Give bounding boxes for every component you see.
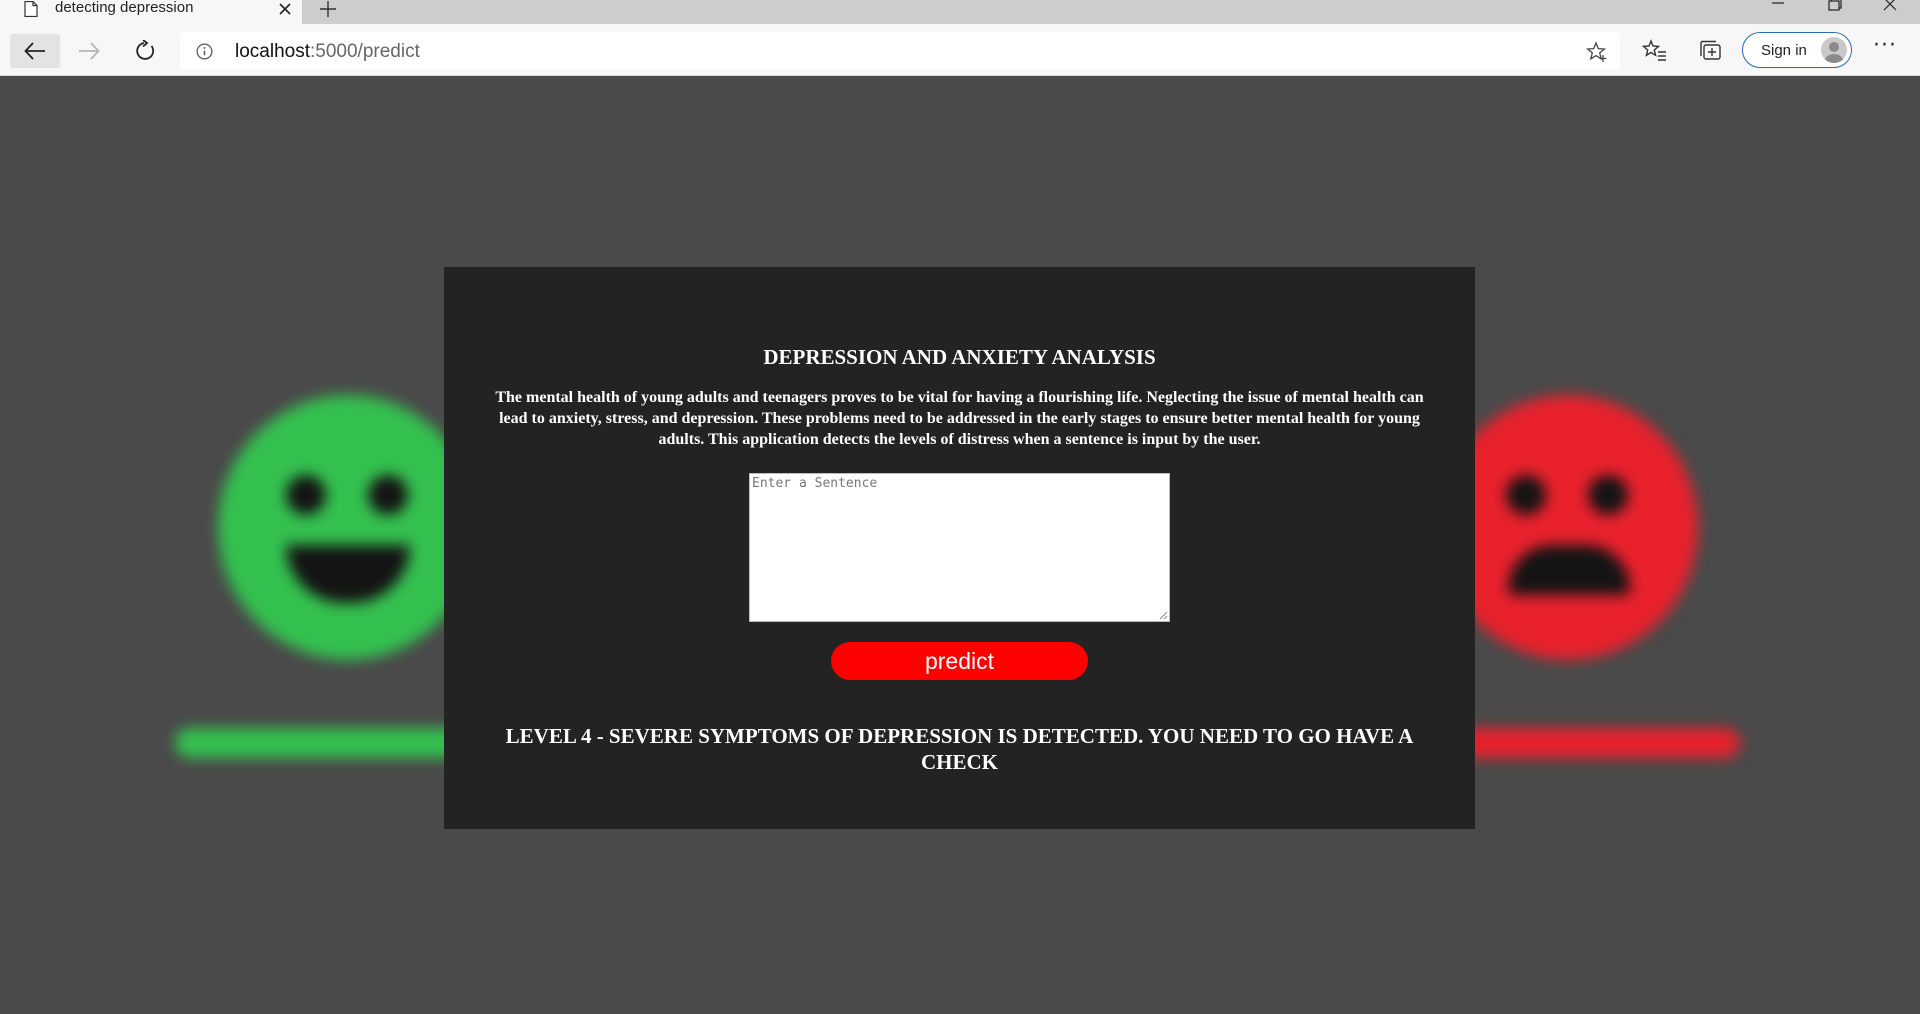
page-description: The mental health of young adults and te… [495, 389, 1424, 448]
address-bar[interactable]: localhost:5000/predict [180, 32, 1620, 70]
sentence-input[interactable] [749, 473, 1170, 622]
favorite-star-icon[interactable] [1586, 41, 1608, 63]
user-icon [1824, 42, 1844, 63]
back-button[interactable] [10, 34, 60, 68]
tab-strip: detecting depression [0, 0, 1920, 24]
distressed-face-icon [1438, 395, 1698, 660]
url-text: localhost:5000/predict [235, 41, 420, 63]
tab-title: detecting depression [55, 0, 194, 16]
close-window-icon[interactable] [1880, 0, 1900, 16]
browser-toolbar: localhost:5000/predict Sign in ··· [0, 24, 1920, 76]
new-tab-icon[interactable] [318, 0, 338, 20]
info-icon[interactable] [196, 43, 213, 60]
analysis-card: DEPRESSION AND ANXIETY ANALYSIS The ment… [444, 267, 1475, 829]
sign-in-label: Sign in [1761, 42, 1807, 59]
url-host: localhost [235, 41, 310, 62]
predict-button[interactable]: predict [831, 642, 1088, 680]
close-tab-icon[interactable] [278, 2, 292, 16]
page-icon [24, 1, 38, 17]
url-path: :5000/predict [310, 41, 420, 62]
prediction-result: LEVEL 4 - SEVERE SYMPTOMS OF DEPRESSION … [505, 724, 1414, 774]
restore-icon[interactable] [1824, 0, 1844, 16]
page-title: DEPRESSION AND ANXIETY ANALYSIS [763, 345, 1156, 369]
more-options-button[interactable]: ··· [1870, 35, 1900, 62]
favorites-icon[interactable] [1642, 39, 1668, 63]
arrow-left-icon [24, 42, 45, 60]
reload-button[interactable] [120, 34, 170, 68]
resize-grip-icon[interactable] [1158, 610, 1168, 620]
collections-icon[interactable] [1698, 39, 1724, 63]
sign-in-button[interactable]: Sign in [1742, 32, 1852, 68]
arrow-right-icon [79, 42, 100, 60]
reload-icon [136, 40, 155, 60]
forward-button[interactable] [64, 34, 114, 68]
laughing-face-icon [218, 395, 478, 660]
browser-tab[interactable]: detecting depression [0, 0, 302, 24]
minimize-icon[interactable] [1768, 0, 1788, 16]
page-viewport: DEPRESSION AND ANXIETY ANALYSIS The ment… [0, 77, 1920, 1014]
avatar [1821, 37, 1847, 63]
